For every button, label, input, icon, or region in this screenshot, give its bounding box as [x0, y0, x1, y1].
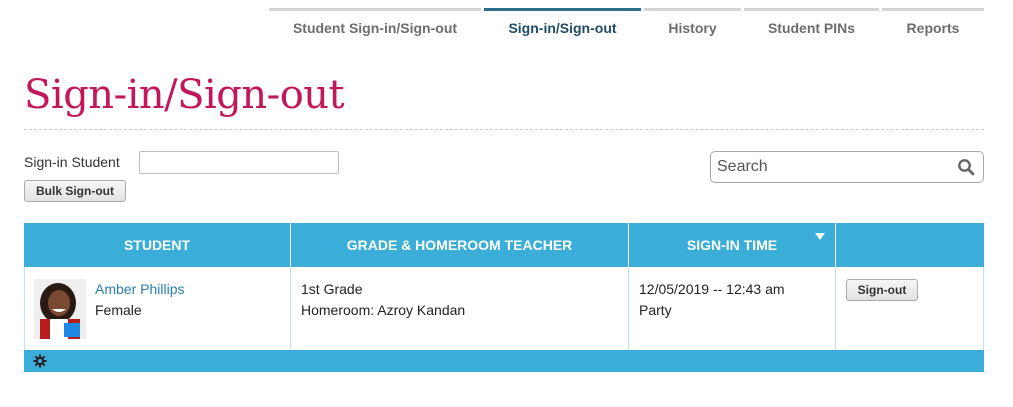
- student-grade: 1st Grade: [301, 281, 363, 297]
- table-header: STUDENT GRADE & HOMEROOM TEACHER SIGN-IN…: [24, 223, 984, 267]
- header-sign-in-time[interactable]: SIGN-IN TIME: [629, 223, 836, 267]
- search-icon[interactable]: [957, 158, 975, 176]
- header-actions: [836, 223, 984, 267]
- cell-actions: Sign-out: [836, 267, 983, 350]
- search-box[interactable]: [710, 151, 984, 183]
- cell-sign-in-time: 12/05/2019 -- 12:43 am Party: [629, 267, 836, 350]
- header-sign-in-time-label: SIGN-IN TIME: [686, 237, 778, 253]
- tab-student-pins[interactable]: Student PINs: [744, 8, 879, 44]
- student-name-link[interactable]: Amber Phillips: [95, 281, 184, 297]
- page-title: Sign-in/Sign-out: [24, 72, 345, 118]
- student-avatar: [34, 279, 86, 339]
- search-input[interactable]: [711, 153, 957, 181]
- title-divider: [24, 129, 984, 130]
- header-student[interactable]: STUDENT: [24, 223, 291, 267]
- student-gender: Female: [95, 302, 142, 318]
- tab-history[interactable]: History: [644, 8, 741, 44]
- sort-desc-icon: [815, 233, 825, 240]
- sign-in-time-value: 12/05/2019 -- 12:43 am: [639, 281, 785, 297]
- sign-out-button[interactable]: Sign-out: [846, 279, 918, 301]
- gear-icon[interactable]: [33, 354, 47, 368]
- students-table: STUDENT GRADE & HOMEROOM TEACHER SIGN-IN…: [24, 223, 984, 372]
- tab-student-sign-in-sign-out[interactable]: Student Sign-in/Sign-out: [269, 8, 481, 44]
- header-grade-homeroom[interactable]: GRADE & HOMEROOM TEACHER: [291, 223, 629, 267]
- sign-in-student-label: Sign-in Student: [24, 154, 120, 170]
- cell-grade-homeroom: 1st Grade Homeroom: Azroy Kandan: [291, 267, 629, 350]
- tab-sign-in-sign-out[interactable]: Sign-in/Sign-out: [484, 8, 641, 44]
- tab-reports[interactable]: Reports: [882, 8, 984, 44]
- sign-in-reason: Party: [639, 302, 672, 318]
- table-footer: [24, 350, 984, 372]
- nav-tabs: Student Sign-in/Sign-out Sign-in/Sign-ou…: [269, 8, 984, 44]
- sign-in-student-input[interactable]: [139, 151, 339, 174]
- bulk-sign-out-button[interactable]: Bulk Sign-out: [24, 180, 126, 202]
- cell-student: Amber Phillips Female: [25, 267, 291, 350]
- student-homeroom: Homeroom: Azroy Kandan: [301, 302, 466, 318]
- table-row: Amber Phillips Female 1st Grade Homeroom…: [24, 267, 984, 350]
